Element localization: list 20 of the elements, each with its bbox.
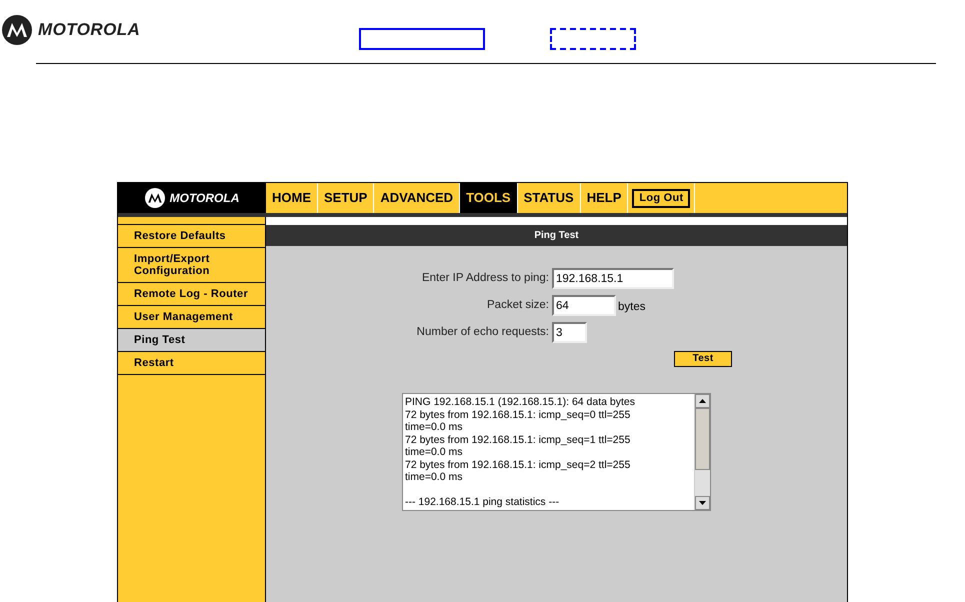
sidebar-item[interactable]: Ping Test — [118, 328, 265, 352]
logout-button[interactable]: Log Out — [632, 188, 690, 208]
input-field[interactable]: 3 — [552, 322, 587, 344]
field-label: Packet size: — [486, 298, 550, 313]
field-label: Number of echo requests: — [416, 325, 550, 340]
scroll-thumb[interactable] — [695, 408, 710, 470]
nav-tab[interactable]: TOOLS — [460, 183, 518, 213]
input-field[interactable]: 64 — [552, 295, 616, 316]
brand-name: MOTOROLA — [38, 19, 140, 42]
test-button[interactable]: Test — [674, 351, 732, 368]
ping-output: PING 192.168.15.1 (192.168.15.1): 64 data bytes 72 bytes from 192.168.15.1: icmp_seq=0 ttl=255 time=0.0 ms 72 bytes from 192.168.15.1: icmp_seq=1 ttl=255 time=0.0 ms 72 bytes from 192.168.15.1: icmp_seq=2 ttl=255 time=0.0 ms --- 192.168.15.1 ping statistics --- — [404, 395, 636, 510]
scroll-down-icon[interactable] — [699, 501, 706, 506]
input-field[interactable]: 192.168.15.1 — [552, 268, 674, 289]
field-label: Enter IP Address to ping: — [420, 270, 550, 286]
panel-title: Ping Test — [266, 225, 847, 246]
logo-icon — [144, 188, 165, 208]
brand-name: MOTOROLA — [170, 190, 240, 207]
unit-label: bytes — [617, 300, 646, 315]
scroll-up-icon[interactable] — [699, 399, 706, 404]
logo-icon — [2, 15, 32, 45]
